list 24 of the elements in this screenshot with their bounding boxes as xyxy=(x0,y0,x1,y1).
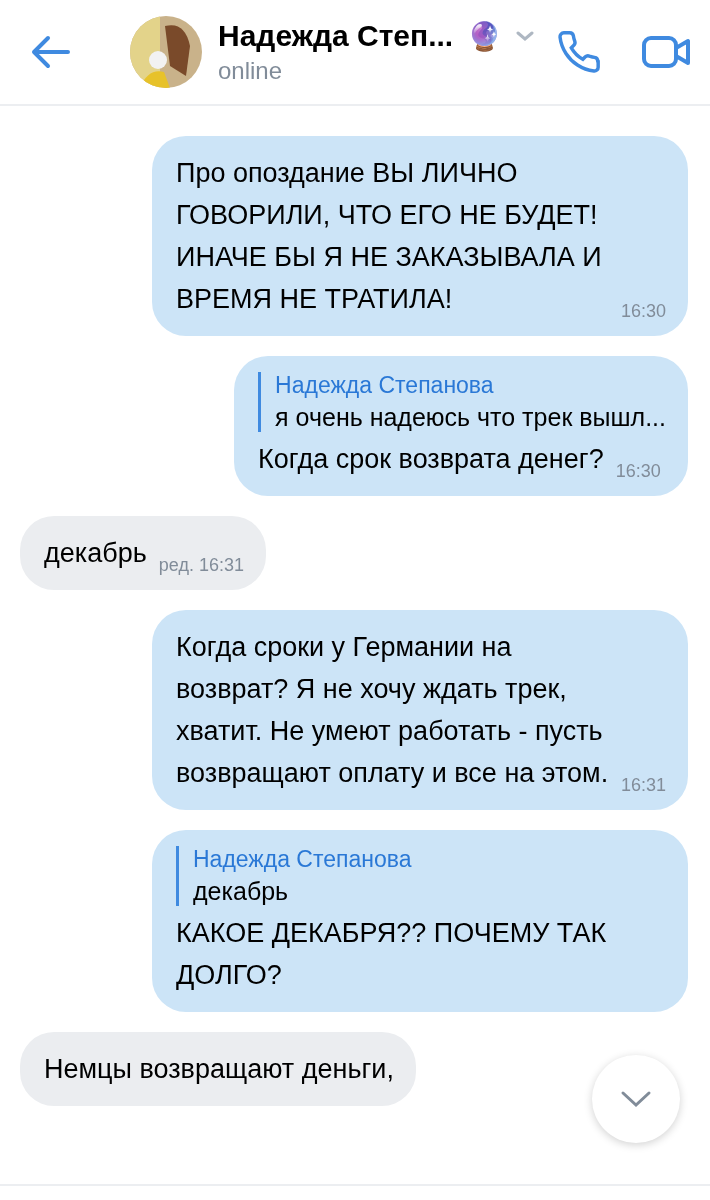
phone-call-icon[interactable] xyxy=(556,29,602,75)
reply-quote[interactable]: Надежда Степанова декабрь xyxy=(176,846,666,906)
contact-name[interactable]: Надежда Степ... xyxy=(218,19,454,53)
chevron-down-icon xyxy=(620,1090,652,1108)
message-time: 16:30 xyxy=(615,461,661,482)
message-text: декабрь xyxy=(44,537,147,570)
online-status: online xyxy=(218,57,284,85)
quote-text: я очень надеюсь что трек вышл... xyxy=(275,403,666,432)
message-time: ред. 16:31 xyxy=(158,555,244,576)
message-text: Немцы возвращают деньги, xyxy=(44,1053,394,1086)
quote-text: декабрь xyxy=(193,877,290,906)
message-time: 16:31 xyxy=(620,775,666,796)
crystal-ball-emoji: 🔮 xyxy=(467,19,503,53)
message-text: Про опоздание ВЫ ЛИЧНО ГОВОРИЛИ, ЧТО ЕГО НЕ БУДЕТ! ИНАЧЕ БЫ Я НЕ ЗАКАЗЫВАЛА И ВРЕМЯ НЕ ТРАТИЛА! xyxy=(176,157,603,316)
message-time: 16:30 xyxy=(620,301,666,322)
chevron-down-icon[interactable] xyxy=(516,31,535,41)
quote-author: Надежда Степанова xyxy=(275,372,495,399)
back-button[interactable] xyxy=(30,35,70,69)
message-text: Когда срок возврата денег? xyxy=(258,443,604,476)
video-camera-icon[interactable] xyxy=(642,34,692,70)
message-text: Когда сроки у Германии на возврат? Я не хочу ждать трек, хватит. Не умеют работать - пусть возвращают оплату и все на этом. xyxy=(176,631,609,790)
message-text: КАКОЕ ДЕКАБРЯ?? ПОЧЕМУ ТАК ДОЛГО? xyxy=(176,917,608,992)
quote-author: Надежда Степанова xyxy=(193,846,413,873)
reply-quote[interactable]: Надежда Степанова я очень надеюсь что трек вышл... xyxy=(258,372,666,432)
